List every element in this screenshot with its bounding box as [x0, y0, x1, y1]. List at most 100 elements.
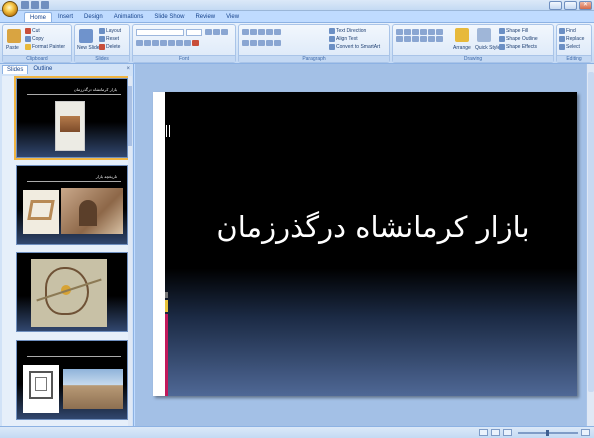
justify-icon[interactable] [266, 40, 273, 46]
copy-button[interactable]: Copy [25, 36, 44, 42]
align-right-icon[interactable] [258, 40, 265, 46]
slide-thumbnail-2[interactable]: تاریخچه بازار [16, 165, 128, 245]
new-slide-icon[interactable] [79, 29, 93, 43]
accent-bar-gray [165, 292, 168, 298]
italic-icon[interactable] [144, 40, 151, 46]
thumbnail-title [27, 348, 121, 357]
normal-view-icon[interactable] [479, 429, 488, 436]
reset-button[interactable]: Reset [99, 36, 119, 42]
tab-review[interactable]: Review [190, 12, 220, 22]
pane-close-icon[interactable]: × [126, 66, 130, 72]
paste-button[interactable]: Paste [6, 45, 19, 51]
layout-button[interactable]: Layout [99, 28, 121, 34]
close-button[interactable]: ✕ [579, 1, 592, 10]
tab-slides[interactable]: Slides [2, 65, 29, 74]
shapes-gallery[interactable] [396, 29, 450, 42]
bullets-icon[interactable] [242, 29, 249, 35]
font-size-select[interactable] [186, 29, 202, 36]
shape-icon[interactable] [396, 29, 403, 35]
shape-icon[interactable] [396, 36, 403, 42]
shape-icon[interactable] [412, 36, 419, 42]
cut-button[interactable]: Cut [25, 28, 40, 34]
shape-fill-button[interactable]: Shape Fill [499, 28, 528, 34]
tab-slide-show[interactable]: Slide Show [149, 12, 189, 22]
scrollbar-thumb[interactable] [128, 86, 132, 146]
columns-icon[interactable] [274, 40, 281, 46]
shape-icon[interactable] [404, 36, 411, 42]
save-icon[interactable] [21, 1, 29, 9]
thumbnail-map-image [31, 259, 107, 327]
slide-sorter-icon[interactable] [491, 429, 500, 436]
scrollbar-thumb[interactable] [588, 72, 594, 392]
grow-font-icon[interactable] [205, 29, 212, 35]
tab-view[interactable]: View [221, 12, 244, 22]
replace-button[interactable]: Replace [559, 36, 584, 42]
slide-bracket-decoration [166, 125, 170, 137]
tab-insert[interactable]: Insert [53, 12, 78, 22]
maximize-button[interactable] [564, 1, 577, 10]
shape-icon[interactable] [420, 36, 427, 42]
bold-icon[interactable] [136, 40, 143, 46]
font-name-select[interactable] [136, 29, 184, 36]
zoom-slider-handle[interactable] [546, 429, 549, 436]
tab-design[interactable]: Design [79, 12, 108, 22]
shape-icon[interactable] [428, 36, 435, 42]
slide-title[interactable]: بازار کرمانشاه درگذرزمان [193, 207, 553, 247]
shape-icon[interactable] [412, 29, 419, 35]
office-button[interactable] [2, 1, 18, 17]
thumbnail-bazaar-photo [63, 369, 123, 409]
outline-icon [499, 36, 505, 42]
decrease-indent-icon[interactable] [258, 29, 265, 35]
thumbnail-arch-photo [61, 188, 123, 234]
line-spacing-icon[interactable] [274, 29, 281, 35]
fit-to-window-icon[interactable] [581, 429, 590, 436]
delete-slide-button[interactable]: Delete [99, 44, 120, 50]
font-color-icon[interactable] [192, 40, 199, 46]
increase-indent-icon[interactable] [266, 29, 273, 35]
align-center-icon[interactable] [250, 40, 257, 46]
shape-effects-button[interactable]: Shape Effects [499, 44, 537, 50]
zoom-slider[interactable] [518, 429, 578, 436]
underline-icon[interactable] [152, 40, 159, 46]
change-case-icon[interactable] [184, 40, 191, 46]
tab-home[interactable]: Home [24, 12, 53, 22]
strikethrough-icon[interactable] [160, 40, 167, 46]
vertical-scrollbar[interactable] [586, 64, 594, 426]
slide-thumbnail-1[interactable]: بازار کرمانشاه درگذرزمان [14, 76, 130, 160]
tab-outline[interactable]: Outline [29, 65, 56, 74]
shape-icon[interactable] [404, 29, 411, 35]
shape-icon[interactable] [428, 29, 435, 35]
convert-smartart-button[interactable]: Convert to SmartArt [329, 44, 380, 50]
redo-icon[interactable] [41, 1, 49, 9]
arrange-icon[interactable] [455, 28, 469, 42]
shrink-font-icon[interactable] [213, 29, 220, 35]
slide-thumbnail-4[interactable] [16, 340, 128, 420]
quick-styles-icon[interactable] [477, 28, 491, 42]
undo-icon[interactable] [31, 1, 39, 9]
paste-icon[interactable] [7, 29, 21, 43]
thumbnail-scrollbar[interactable] [128, 76, 132, 426]
shape-icon[interactable] [420, 29, 427, 35]
align-left-icon[interactable] [242, 40, 249, 46]
select-button[interactable]: Select [559, 44, 580, 50]
align-text-button[interactable]: Align Text [329, 36, 358, 42]
group-label-editing: Editing [557, 55, 591, 62]
slide-show-icon[interactable] [503, 429, 512, 436]
shadow-icon[interactable] [168, 40, 175, 46]
text-direction-button[interactable]: Text Direction [329, 28, 366, 34]
shape-icon[interactable] [436, 36, 443, 42]
minimize-button[interactable] [549, 1, 562, 10]
shape-icon[interactable] [436, 29, 443, 35]
find-button[interactable]: Find [559, 28, 576, 34]
spacing-icon[interactable] [176, 40, 183, 46]
shape-outline-button[interactable]: Shape Outline [499, 36, 538, 42]
arrange-button[interactable]: Arrange [453, 45, 471, 51]
format-painter-button[interactable]: Format Painter [25, 44, 65, 50]
tab-animations[interactable]: Animations [109, 12, 149, 22]
slide-thumbnail-3[interactable] [16, 252, 128, 332]
new-slide-button[interactable]: New Slide [77, 45, 100, 51]
numbering-icon[interactable] [250, 29, 257, 35]
current-slide[interactable]: بازار کرمانشاه درگذرزمان [153, 92, 577, 396]
find-icon [559, 28, 565, 34]
clear-format-icon[interactable] [221, 29, 228, 35]
